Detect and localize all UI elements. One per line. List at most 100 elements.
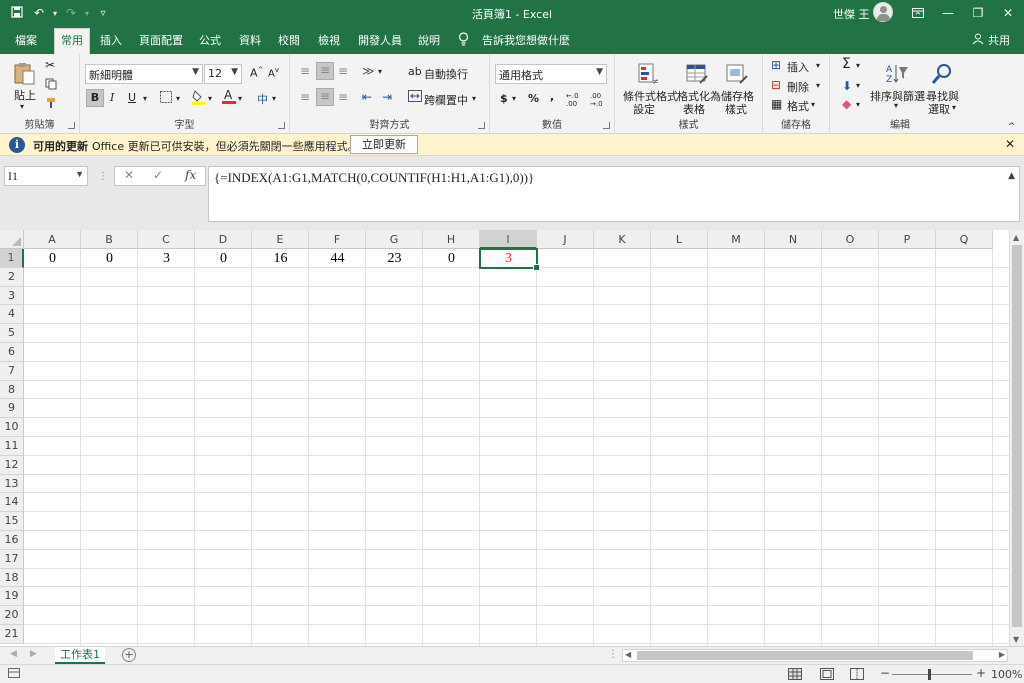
font-color-dropdown-icon[interactable]: ▾: [238, 94, 242, 103]
tab-review[interactable]: 校閱: [278, 32, 300, 48]
macro-record-icon[interactable]: [8, 668, 20, 681]
sort-filter-icon[interactable]: AZ: [885, 62, 909, 86]
row-header-18[interactable]: 18: [0, 568, 24, 588]
currency-icon[interactable]: $: [500, 92, 508, 105]
cell-g1[interactable]: 23: [366, 249, 423, 268]
scroll-down-icon[interactable]: ▼: [1013, 635, 1019, 644]
zoom-in-icon[interactable]: +: [976, 666, 986, 680]
fill-dropdown-icon[interactable]: ▾: [856, 81, 860, 90]
row-header-13[interactable]: 13: [0, 474, 24, 494]
copy-icon[interactable]: [45, 78, 57, 93]
zoom-slider-thumb[interactable]: [928, 669, 931, 680]
paste-button[interactable]: 貼上: [14, 87, 36, 103]
bold-button[interactable]: B: [86, 89, 104, 107]
font-launcher-icon[interactable]: [278, 122, 285, 129]
row-header-11[interactable]: 11: [0, 437, 24, 456]
align-center-icon[interactable]: ≡: [316, 88, 334, 106]
wrap-text-icon[interactable]: ab: [408, 65, 422, 78]
collapse-formula-bar-icon[interactable]: ▲: [1008, 171, 1015, 181]
insert-function-icon[interactable]: fx: [185, 168, 196, 182]
comma-style-icon[interactable]: ,: [550, 90, 554, 103]
find-select-button-line2[interactable]: 選取: [928, 101, 950, 117]
close-window-icon[interactable]: ✕: [992, 0, 1024, 26]
orientation-dropdown-icon[interactable]: ▾: [378, 67, 382, 76]
row-header-7[interactable]: 7: [0, 361, 24, 381]
column-header-i[interactable]: I: [480, 230, 537, 249]
percent-icon[interactable]: %: [528, 92, 539, 105]
phonetic-dropdown-icon[interactable]: ▾: [272, 94, 276, 103]
cancel-icon[interactable]: ✕: [124, 168, 134, 182]
cell-b1[interactable]: 0: [81, 249, 138, 268]
column-header-a[interactable]: A: [24, 230, 81, 249]
merge-dropdown-icon[interactable]: ▾: [472, 94, 476, 103]
decrease-indent-icon[interactable]: ⇤: [362, 90, 372, 104]
cell-e1[interactable]: 16: [252, 249, 309, 268]
merge-center-button[interactable]: 跨欄置中: [424, 92, 468, 108]
close-message-icon[interactable]: ✕: [1005, 137, 1015, 151]
add-sheet-icon[interactable]: +: [122, 648, 136, 662]
row-header-16[interactable]: 16: [0, 531, 24, 550]
column-header-h[interactable]: H: [423, 230, 480, 249]
autosum-icon[interactable]: Σ: [842, 56, 851, 72]
next-sheet-icon[interactable]: ▶: [30, 649, 37, 659]
horizontal-scrollbar[interactable]: ◀ ▶: [622, 649, 1008, 662]
column-header-f[interactable]: F: [309, 230, 366, 249]
column-header-p[interactable]: P: [879, 230, 936, 249]
row-header-3[interactable]: 3: [0, 286, 24, 306]
row-header-10[interactable]: 10: [0, 418, 24, 437]
row-header-20[interactable]: 20: [0, 606, 24, 625]
row-header-6[interactable]: 6: [0, 343, 24, 362]
scroll-up-icon[interactable]: ▲: [1013, 233, 1019, 242]
more-options-icon[interactable]: ⋮: [98, 171, 108, 182]
autosum-dropdown-icon[interactable]: ▾: [856, 61, 860, 70]
restore-icon[interactable]: ❐: [962, 0, 994, 26]
tab-split-icon[interactable]: ⋮: [608, 649, 618, 660]
enter-icon[interactable]: ✓: [153, 168, 163, 182]
tab-insert[interactable]: 插入: [100, 32, 122, 48]
minimize-icon[interactable]: —: [932, 0, 964, 26]
insert-cells-button[interactable]: 插入: [787, 59, 809, 75]
tab-formulas[interactable]: 公式: [199, 32, 221, 48]
row-header-15[interactable]: 15: [0, 512, 24, 531]
borders-dropdown-icon[interactable]: ▾: [176, 94, 180, 103]
number-launcher-icon[interactable]: [603, 122, 610, 129]
row-header-19[interactable]: 19: [0, 587, 24, 607]
align-left-icon[interactable]: ≡: [300, 90, 310, 104]
fill-color-dropdown-icon[interactable]: ▾: [208, 94, 212, 103]
cell-styles-icon[interactable]: [725, 62, 749, 86]
column-header-o[interactable]: O: [822, 230, 879, 249]
prev-sheet-icon[interactable]: ◀: [10, 649, 17, 659]
row-header-12[interactable]: 12: [0, 455, 24, 475]
format-dropdown-icon[interactable]: ▾: [811, 100, 815, 109]
cut-icon[interactable]: ✂: [45, 58, 55, 72]
cell-styles-button-line2[interactable]: 樣式: [725, 101, 747, 117]
row-header-2[interactable]: 2: [0, 267, 24, 287]
tab-page-layout[interactable]: 頁面配置: [139, 32, 183, 48]
delete-cells-button[interactable]: 刪除: [787, 79, 809, 95]
align-right-icon[interactable]: ≡: [338, 90, 348, 104]
underline-button[interactable]: U: [128, 91, 136, 104]
row-header-9[interactable]: 9: [0, 399, 24, 419]
cell-a1[interactable]: 0: [24, 249, 81, 268]
normal-view-icon[interactable]: [788, 668, 802, 683]
tell-me-box[interactable]: 告訴我您想做什麼: [482, 32, 570, 48]
column-header-m[interactable]: M: [708, 230, 765, 249]
tab-developer[interactable]: 開發人員: [358, 32, 402, 48]
sort-filter-dropdown-icon[interactable]: ▾: [894, 101, 898, 110]
column-header-n[interactable]: N: [765, 230, 822, 249]
tab-file[interactable]: 檔案: [15, 32, 37, 48]
row-header-5[interactable]: 5: [0, 324, 24, 343]
column-header-d[interactable]: D: [195, 230, 252, 249]
column-header-l[interactable]: L: [651, 230, 708, 249]
zoom-level[interactable]: 100%: [991, 668, 1022, 681]
update-now-button[interactable]: 立即更新: [350, 135, 418, 154]
format-cells-icon[interactable]: ▦: [771, 97, 782, 111]
font-size-select[interactable]: 12 ▼: [204, 64, 242, 84]
phonetic-guide-icon[interactable]: 中: [257, 91, 268, 107]
column-header-c[interactable]: C: [138, 230, 195, 249]
font-color-icon[interactable]: A: [222, 88, 236, 107]
borders-icon[interactable]: [160, 91, 172, 106]
cell-d1[interactable]: 0: [195, 249, 252, 268]
increase-font-size-icon[interactable]: A^: [250, 66, 263, 80]
formula-input[interactable]: {=INDEX(A1:G1,MATCH(0,COUNTIF(H1:H1,A1:G…: [208, 166, 1020, 222]
